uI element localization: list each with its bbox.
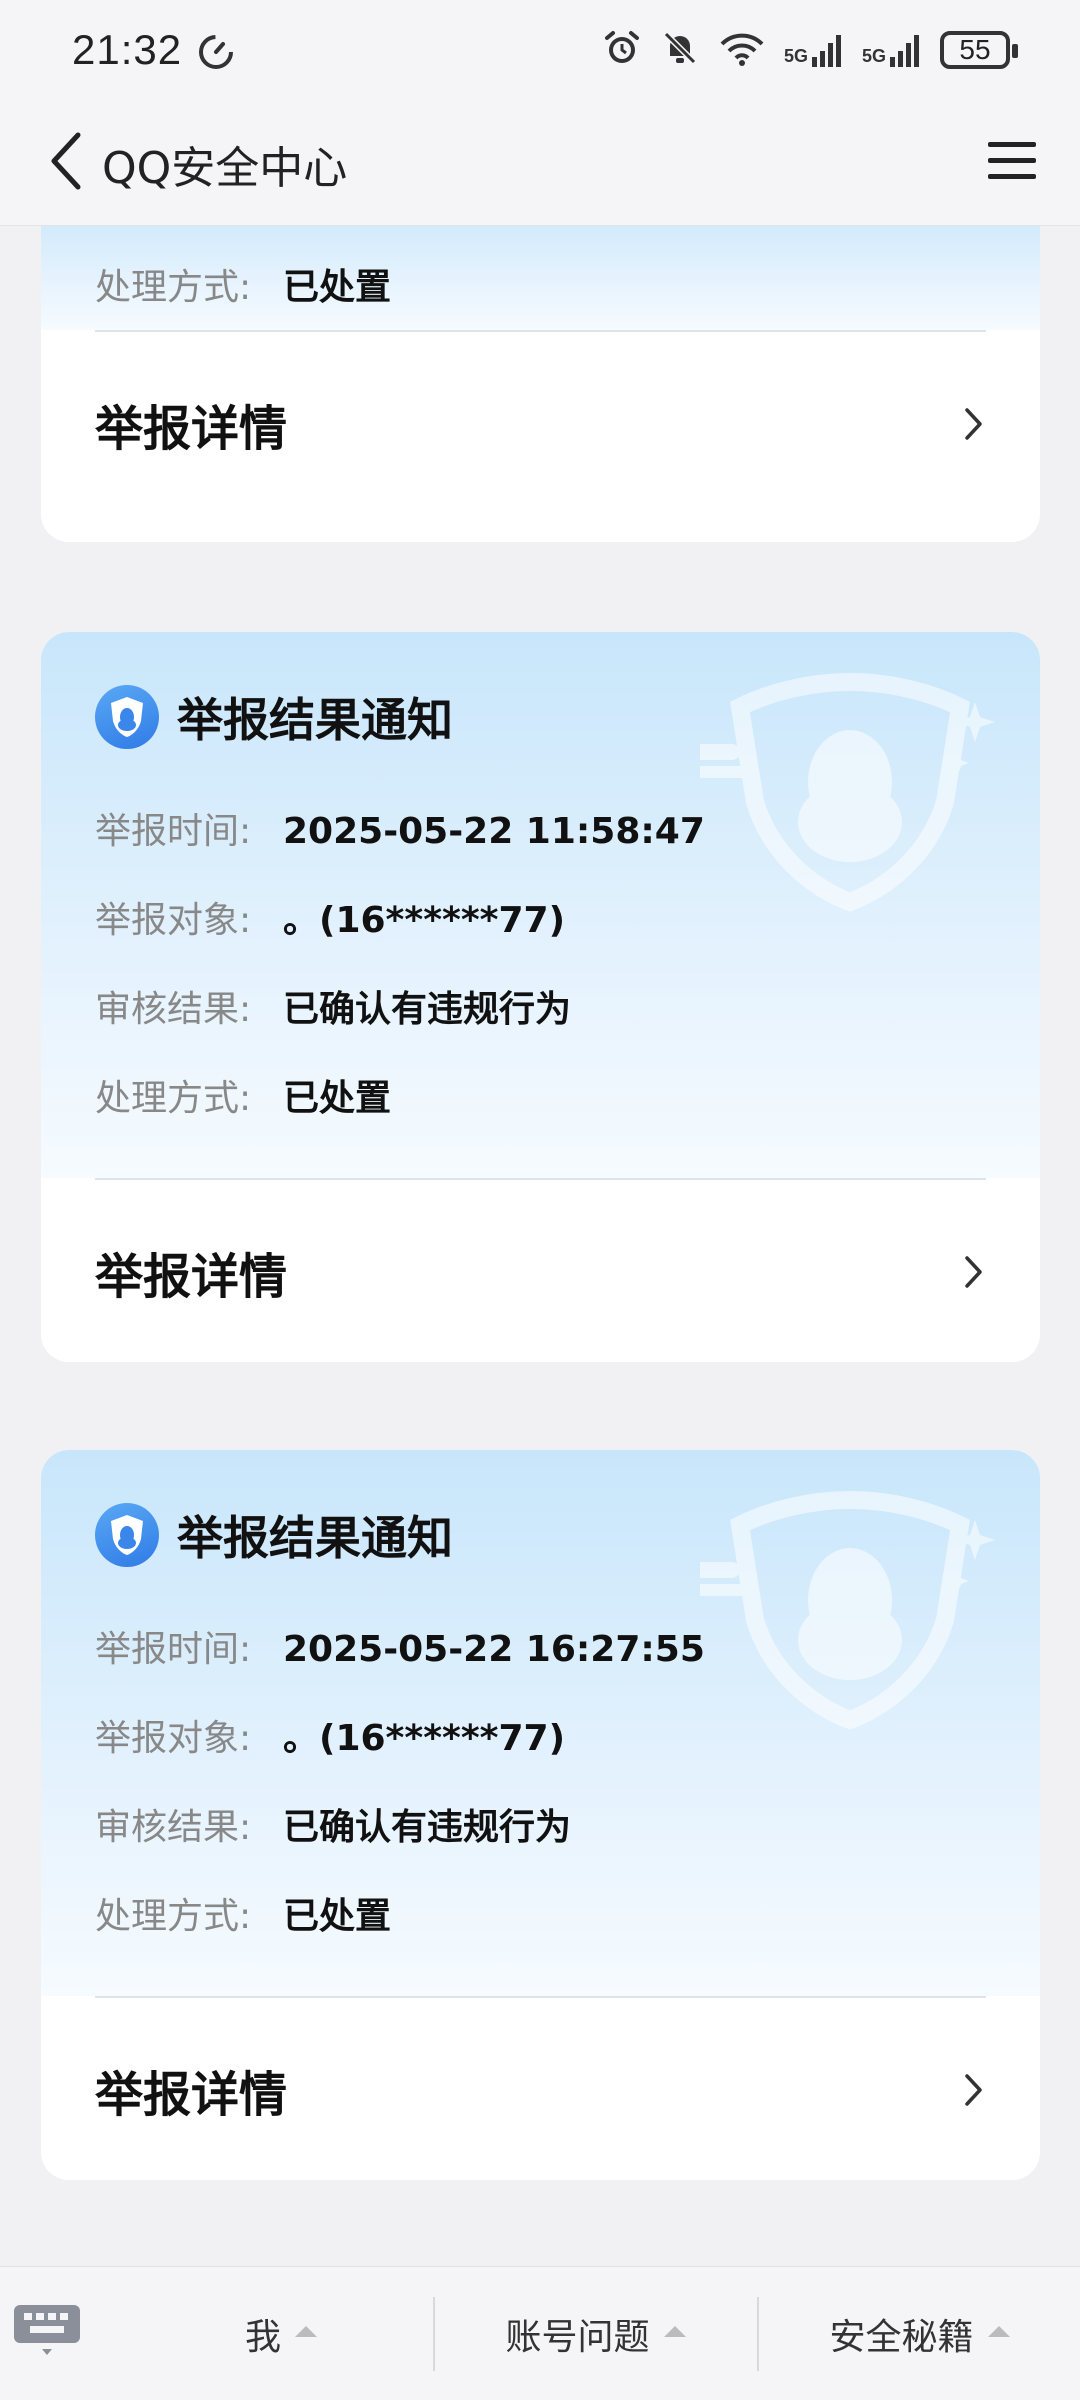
report-card: 举报结果通知 举报时间: 2025-05-22 16:27:55 举报对象: 。…	[41, 1450, 1040, 2180]
caret-up-icon	[663, 2325, 686, 2337]
report-list[interactable]: 处理方式: 已处置 举报详情 举报结果通知 举报时间: 2025-05-22 1…	[0, 226, 1080, 2266]
alarm-icon	[602, 28, 642, 72]
review-result-row: 审核结果: 已确认有违规行为	[95, 1798, 571, 1850]
tab-label: 我	[244, 2317, 281, 2358]
signal-1-icon: 5G	[784, 33, 844, 67]
network-type-label: 5G	[861, 46, 886, 66]
wifi-icon	[718, 28, 766, 72]
report-time-value: 2025-05-22 11:58:47	[283, 811, 705, 852]
method-row: 处理方式: 已处置	[95, 1069, 391, 1121]
review-result-label: 审核结果:	[95, 989, 252, 1030]
review-result-value: 已确认有违规行为	[283, 1807, 572, 1848]
qq-shield-icon	[95, 1503, 159, 1567]
qq-shield-watermark-icon	[700, 1490, 995, 1730]
method-label: 处理方式:	[95, 1078, 252, 1119]
method-label: 处理方式:	[95, 1896, 252, 1937]
report-detail-label: 举报详情	[95, 1249, 288, 1305]
qq-shield-watermark-icon	[700, 672, 995, 912]
chevron-left-icon	[51, 132, 81, 190]
keyboard-toggle-button[interactable]	[12, 2303, 82, 2363]
report-target-row: 举报对象: 。(16******77)	[95, 1709, 565, 1761]
nav-bar: QQ安全中心	[0, 104, 1080, 226]
chevron-right-icon	[965, 1256, 982, 1288]
report-card: 举报结果通知 举报时间: 2025-05-22 11:58:47 举报对象: 。…	[41, 632, 1040, 1362]
caret-up-icon	[987, 2325, 1010, 2337]
method-row: 处理方式: 已处置	[95, 1887, 391, 1939]
method-value: 已处置	[283, 1078, 392, 1119]
page-title: QQ安全中心	[102, 143, 348, 194]
card-title: 举报结果通知	[177, 1511, 453, 1565]
report-target-label: 举报对象:	[95, 1718, 252, 1759]
tab-label: 安全秘籍	[829, 2317, 974, 2358]
method-row: 处理方式: 已处置	[95, 258, 391, 310]
report-time-value: 2025-05-22 16:27:55	[283, 1629, 705, 1670]
card-header: 举报结果通知	[95, 684, 453, 750]
report-target-value: 。(16******77)	[283, 900, 566, 941]
card-header: 举报结果通知	[95, 1502, 453, 1568]
method-value: 已处置	[283, 267, 392, 308]
status-icons: 5G 5G 55	[602, 28, 1018, 72]
keyboard-icon	[14, 2305, 80, 2355]
hamburger-menu-icon	[988, 142, 1036, 179]
report-target-label: 举报对象:	[95, 900, 252, 941]
report-target-value: 。(16******77)	[283, 1718, 566, 1759]
report-time-label: 举报时间:	[95, 1629, 252, 1670]
qq-shield-icon	[95, 685, 159, 749]
method-value: 已处置	[283, 1896, 392, 1937]
tab-account-issues[interactable]: 账号问题	[435, 2267, 756, 2400]
signal-2-icon: 5G	[862, 33, 922, 67]
report-time-row: 举报时间: 2025-05-22 16:27:55	[95, 1620, 705, 1672]
caret-up-icon	[295, 2325, 317, 2337]
report-detail-link[interactable]: 举报详情	[41, 332, 1040, 516]
mute-bell-icon	[660, 28, 700, 72]
report-time-label: 举报时间:	[95, 811, 252, 852]
menu-button[interactable]	[982, 130, 1042, 190]
tab-me[interactable]: 我	[130, 2267, 432, 2400]
report-detail-link[interactable]: 举报详情	[41, 1998, 1040, 2180]
report-time-row: 举报时间: 2025-05-22 11:58:47	[95, 802, 705, 854]
report-detail-link[interactable]: 举报详情	[41, 1180, 1040, 1362]
report-card-partial: 处理方式: 已处置 举报详情	[41, 226, 1040, 542]
bottom-menu-bar: 我 账号问题 安全秘籍	[0, 2266, 1080, 2400]
battery-icon: 55	[940, 31, 1018, 69]
method-label: 处理方式:	[95, 267, 252, 308]
review-result-value: 已确认有违规行为	[283, 989, 572, 1030]
report-detail-label: 举报详情	[95, 2067, 288, 2123]
chevron-right-icon	[965, 2074, 982, 2106]
review-result-label: 审核结果:	[95, 1807, 252, 1848]
back-button[interactable]	[36, 126, 96, 196]
report-target-row: 举报对象: 。(16******77)	[95, 891, 565, 943]
speed-gauge-icon	[196, 32, 236, 76]
tab-security-tips[interactable]: 安全秘籍	[759, 2267, 1080, 2400]
card-title: 举报结果通知	[177, 693, 453, 747]
status-time: 21:32	[72, 26, 183, 73]
review-result-row: 审核结果: 已确认有违规行为	[95, 980, 571, 1032]
chevron-right-icon	[965, 408, 982, 440]
tab-label: 账号问题	[505, 2317, 650, 2358]
report-detail-label: 举报详情	[95, 401, 288, 457]
status-bar: 21:32 5G 5G 55	[0, 0, 1080, 104]
network-type-label: 5G	[783, 46, 808, 66]
